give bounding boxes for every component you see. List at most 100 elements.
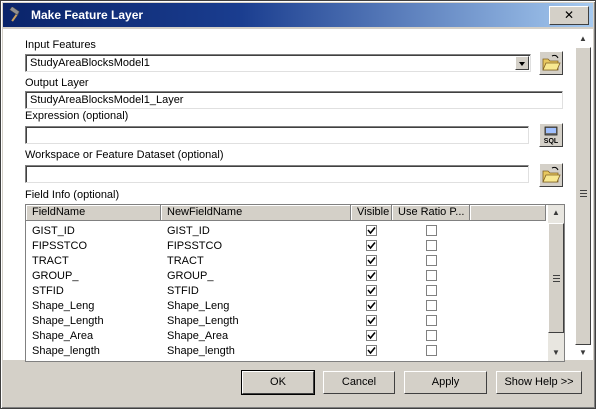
use-ratio-checkbox[interactable] (426, 240, 437, 251)
sql-icon: SQL (544, 126, 559, 145)
fieldname-cell[interactable]: GIST_ID (28, 224, 75, 239)
newfieldname-cell[interactable]: FIPSSTCO (163, 239, 222, 254)
grid-vertical-scrollbar[interactable]: ▲ ▼ (548, 205, 564, 361)
newfieldname-cell[interactable]: Shape_Leng (163, 299, 229, 314)
visible-checkbox[interactable] (366, 345, 377, 356)
checkmark-icon (367, 241, 376, 250)
scroll-down-arrow-icon[interactable]: ▼ (575, 345, 591, 361)
visible-checkbox[interactable] (366, 270, 377, 281)
open-folder-icon (542, 166, 561, 183)
output-layer-value: StudyAreaBlocksModel1_Layer (30, 94, 184, 106)
table-row[interactable]: Shape_Length Shape_Length (26, 314, 546, 329)
scroll-thumb[interactable] (575, 47, 591, 345)
browse-input-button[interactable] (539, 51, 563, 75)
fieldname-cell[interactable]: Shape_length (28, 344, 100, 359)
grid-header: FieldName NewFieldName Visible Use Ratio… (26, 205, 546, 221)
fieldname-cell[interactable]: Shape_Area (28, 329, 93, 344)
newfieldname-cell[interactable]: STFID (163, 284, 199, 299)
use-ratio-checkbox[interactable] (426, 270, 437, 281)
newfieldname-cell[interactable]: Shape_length (163, 344, 235, 359)
checkmark-icon (367, 316, 376, 325)
column-header-fieldname[interactable]: FieldName (26, 205, 161, 221)
browse-workspace-button[interactable] (539, 163, 563, 187)
column-header-newfieldname[interactable]: NewFieldName (161, 205, 351, 221)
tool-hammer-icon (9, 7, 20, 22)
use-ratio-checkbox[interactable] (426, 315, 437, 326)
dialog-window: Make Feature Layer ✕ Input Features Stud… (0, 0, 596, 409)
fieldname-cell[interactable]: TRACT (28, 254, 69, 269)
expression-label: Expression (optional) (25, 110, 129, 122)
title-bar[interactable]: Make Feature Layer ✕ (3, 3, 593, 27)
use-ratio-checkbox[interactable] (426, 345, 437, 356)
fieldname-cell[interactable]: Shape_Length (28, 314, 104, 329)
checkmark-icon (367, 286, 376, 295)
visible-checkbox[interactable] (366, 285, 377, 296)
table-row[interactable]: Shape_length Shape_length (26, 344, 546, 359)
field-info-label: Field Info (optional) (25, 189, 120, 201)
fieldname-cell[interactable]: GROUP_ (28, 269, 78, 284)
visible-checkbox[interactable] (366, 330, 377, 341)
checkmark-icon (367, 256, 376, 265)
column-header-use-ratio[interactable]: Use Ratio P... (392, 205, 470, 221)
table-row[interactable]: TRACT TRACT (26, 254, 546, 269)
newfieldname-cell[interactable]: GIST_ID (163, 224, 210, 239)
close-button[interactable]: ✕ (549, 6, 589, 25)
cancel-button[interactable]: Cancel (323, 371, 395, 394)
visible-checkbox[interactable] (366, 300, 377, 311)
table-row[interactable]: Shape_Leng Shape_Leng (26, 299, 546, 314)
show-help-button[interactable]: Show Help >> (496, 371, 582, 394)
table-row[interactable]: FIPSSTCO FIPSSTCO (26, 239, 546, 254)
table-row[interactable]: Shape_Area Shape_Area (26, 329, 546, 344)
use-ratio-checkbox[interactable] (426, 255, 437, 266)
table-row[interactable]: GROUP_ GROUP_ (26, 269, 546, 284)
close-icon: ✕ (563, 8, 575, 22)
scroll-up-arrow-icon[interactable]: ▲ (575, 31, 591, 47)
sql-icon-text: SQL (544, 138, 559, 145)
use-ratio-checkbox[interactable] (426, 330, 437, 341)
visible-checkbox[interactable] (366, 255, 377, 266)
scroll-thumb[interactable] (548, 223, 564, 333)
table-row[interactable]: STFID STFID (26, 284, 546, 299)
fieldname-cell[interactable]: FIPSSTCO (28, 239, 87, 254)
use-ratio-checkbox[interactable] (426, 285, 437, 296)
parameters-panel: Input Features StudyAreaBlocksModel1 Out… (3, 29, 593, 362)
checkmark-icon (367, 271, 376, 280)
output-layer-field[interactable]: StudyAreaBlocksModel1_Layer (25, 91, 563, 109)
open-folder-icon (542, 54, 561, 71)
workspace-field[interactable] (25, 165, 529, 183)
window-title: Make Feature Layer (31, 8, 144, 22)
input-features-value: StudyAreaBlocksModel1 (30, 57, 150, 69)
output-layer-label: Output Layer (25, 77, 89, 89)
checkmark-icon (367, 226, 376, 235)
visible-checkbox[interactable] (366, 240, 377, 251)
workspace-label: Workspace or Feature Dataset (optional) (25, 149, 224, 161)
checkmark-icon (367, 301, 376, 310)
chevron-down-icon[interactable] (515, 56, 529, 70)
fieldname-cell[interactable]: STFID (28, 284, 64, 299)
ok-button[interactable]: OK (241, 370, 315, 395)
column-header-empty (470, 205, 546, 221)
input-features-label: Input Features (25, 39, 96, 51)
apply-button[interactable]: Apply (404, 371, 487, 394)
field-info-grid[interactable]: FieldName NewFieldName Visible Use Ratio… (25, 204, 565, 362)
newfieldname-cell[interactable]: TRACT (163, 254, 204, 269)
visible-checkbox[interactable] (366, 315, 377, 326)
use-ratio-checkbox[interactable] (426, 300, 437, 311)
dialog-vertical-scrollbar[interactable]: ▲ ▼ (575, 31, 591, 357)
scroll-up-arrow-icon[interactable]: ▲ (548, 205, 564, 221)
newfieldname-cell[interactable]: Shape_Area (163, 329, 228, 344)
column-header-visible[interactable]: Visible (351, 205, 392, 221)
use-ratio-checkbox[interactable] (426, 225, 437, 236)
sql-builder-button[interactable]: SQL (539, 123, 563, 147)
fieldname-cell[interactable]: Shape_Leng (28, 299, 94, 314)
expression-field[interactable] (25, 126, 529, 144)
table-row[interactable]: GIST_ID GIST_ID (26, 224, 546, 239)
checkmark-icon (367, 331, 376, 340)
visible-checkbox[interactable] (366, 225, 377, 236)
newfieldname-cell[interactable]: GROUP_ (163, 269, 213, 284)
checkmark-icon (367, 346, 376, 355)
scroll-down-arrow-icon[interactable]: ▼ (548, 345, 564, 361)
newfieldname-cell[interactable]: Shape_Length (163, 314, 239, 329)
input-features-combobox[interactable]: StudyAreaBlocksModel1 (25, 54, 531, 72)
button-bar: OK Cancel Apply Show Help >> (3, 362, 593, 406)
